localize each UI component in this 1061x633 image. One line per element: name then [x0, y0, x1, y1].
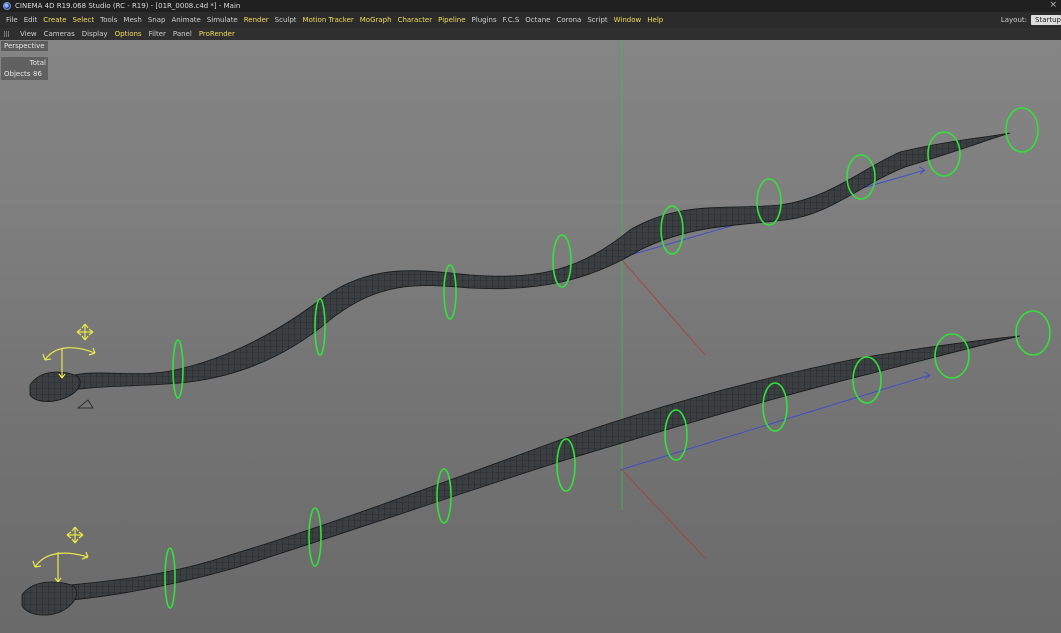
scene-canvas[interactable] — [0, 40, 1061, 633]
menu-motion-tracker[interactable]: Motion Tracker — [303, 16, 354, 24]
layout-selector: Layout: Startup — [1001, 14, 1061, 26]
title-bar: CINEMA 4D R19.068 Studio (RC - R19) - [0… — [0, 0, 1061, 12]
menu-plugins[interactable]: Plugins — [472, 16, 497, 24]
menu-edit[interactable]: Edit — [24, 16, 38, 24]
menu-corona[interactable]: Corona — [556, 16, 581, 24]
ring-icon — [1015, 310, 1051, 356]
snake-lower[interactable] — [21, 310, 1051, 616]
null-object-icon — [76, 399, 94, 409]
menu-pipeline[interactable]: Pipeline — [438, 16, 465, 24]
stats-objects-label: Objects — [4, 70, 31, 78]
viewport-menu-view[interactable]: View — [20, 30, 37, 38]
viewport-perspective[interactable]: Perspective Total Objects 86 — [0, 40, 1061, 633]
menu-script[interactable]: Script — [587, 16, 607, 24]
window-title: CINEMA 4D R19.068 Studio (RC - R19) - [0… — [15, 2, 241, 10]
horizon-band — [0, 200, 1061, 204]
snake-body-upper[interactable] — [59, 132, 1011, 393]
layout-dropdown[interactable]: Startup — [1031, 15, 1061, 25]
viewport-menu-filter[interactable]: Filter — [149, 30, 166, 38]
menu-character[interactable]: Character — [398, 16, 433, 24]
menu-mograph[interactable]: MoGraph — [360, 16, 392, 24]
menu-window[interactable]: Window — [614, 16, 642, 24]
menu-octane[interactable]: Octane — [525, 16, 550, 24]
viewport-menu-prorender[interactable]: ProRender — [199, 30, 235, 38]
camera-label[interactable]: Perspective — [1, 41, 48, 51]
viewport-menu-bar: View Cameras Display Options Filter Panel ProR… — [0, 28, 1061, 40]
world-x-axis-lower — [621, 469, 706, 559]
menu-select[interactable]: Select — [73, 16, 95, 24]
viewport-menu-display[interactable]: Display — [82, 30, 108, 38]
viewport-menu-panel[interactable]: Panel — [173, 30, 192, 38]
rotate-arc-icon[interactable] — [42, 347, 96, 361]
menu-mesh[interactable]: Mesh — [123, 16, 141, 24]
move-arrows-icon[interactable] — [66, 526, 84, 544]
menu-tools[interactable]: Tools — [100, 16, 117, 24]
panel-grip-icon[interactable] — [4, 31, 10, 37]
menu-f-c-s[interactable]: F.C.S — [503, 16, 520, 24]
world-x-axis — [621, 259, 706, 356]
snake-head-upper[interactable] — [29, 371, 81, 402]
snake-head-lower[interactable] — [21, 581, 77, 616]
menu-help[interactable]: Help — [647, 16, 663, 24]
menu-snap[interactable]: Snap — [148, 16, 166, 24]
axis-arrow-icon[interactable] — [54, 552, 62, 583]
viewport-menu-cameras[interactable]: Cameras — [44, 30, 75, 38]
main-menu-bar: File Edit Create Select Tools Mesh Snap Animate… — [0, 12, 1061, 28]
move-manipulator-upper[interactable] — [42, 323, 96, 379]
rotate-arc-icon[interactable] — [32, 551, 89, 568]
menu-file[interactable]: File — [6, 16, 18, 24]
stats-header: Total — [29, 59, 46, 67]
menu-animate[interactable]: Animate — [171, 16, 200, 24]
move-manipulator-lower[interactable] — [32, 526, 89, 583]
cinema4d-logo-icon — [3, 2, 11, 10]
move-arrows-icon[interactable] — [76, 323, 94, 341]
ring-icon — [1005, 107, 1039, 153]
layout-label: Layout: — [1000, 16, 1027, 24]
menu-simulate[interactable]: Simulate — [207, 16, 238, 24]
stats-hud: Total Objects 86 — [1, 57, 48, 80]
menu-sculpt[interactable]: Sculpt — [275, 16, 297, 24]
stats-objects-count: 86 — [33, 70, 42, 78]
close-icon[interactable]: × — [1049, 0, 1057, 10]
menu-create[interactable]: Create — [43, 16, 66, 24]
menu-render[interactable]: Render — [244, 16, 269, 24]
viewport-menu-options[interactable]: Options — [115, 30, 142, 38]
